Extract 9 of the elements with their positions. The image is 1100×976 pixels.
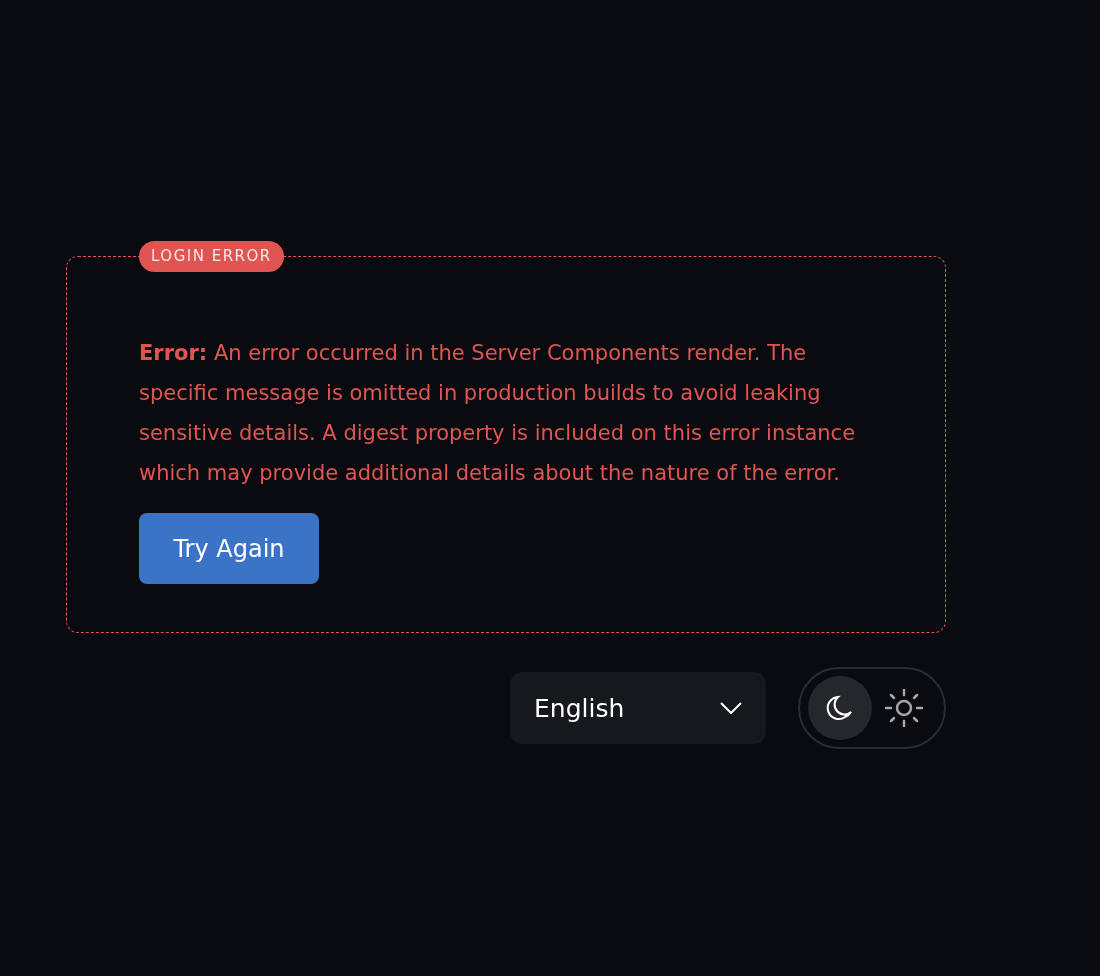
moon-icon: [825, 693, 855, 723]
language-select[interactable]: English: [510, 672, 766, 744]
theme-option[interactable]: [808, 676, 872, 740]
error-badge: LOGIN ERROR: [139, 241, 284, 272]
sun-icon: [884, 688, 924, 728]
try-again-button[interactable]: Try Again: [139, 513, 319, 584]
chevron-down-icon: [720, 702, 742, 714]
language-value: English: [534, 693, 625, 723]
error-message: Error: An error occurred in the Server Components render. The specific message is omitted in production builds to avoid leaking sensitive details. A digest property is included on this error instance which may provide additional details about the nature of the error.: [139, 340, 857, 487]
